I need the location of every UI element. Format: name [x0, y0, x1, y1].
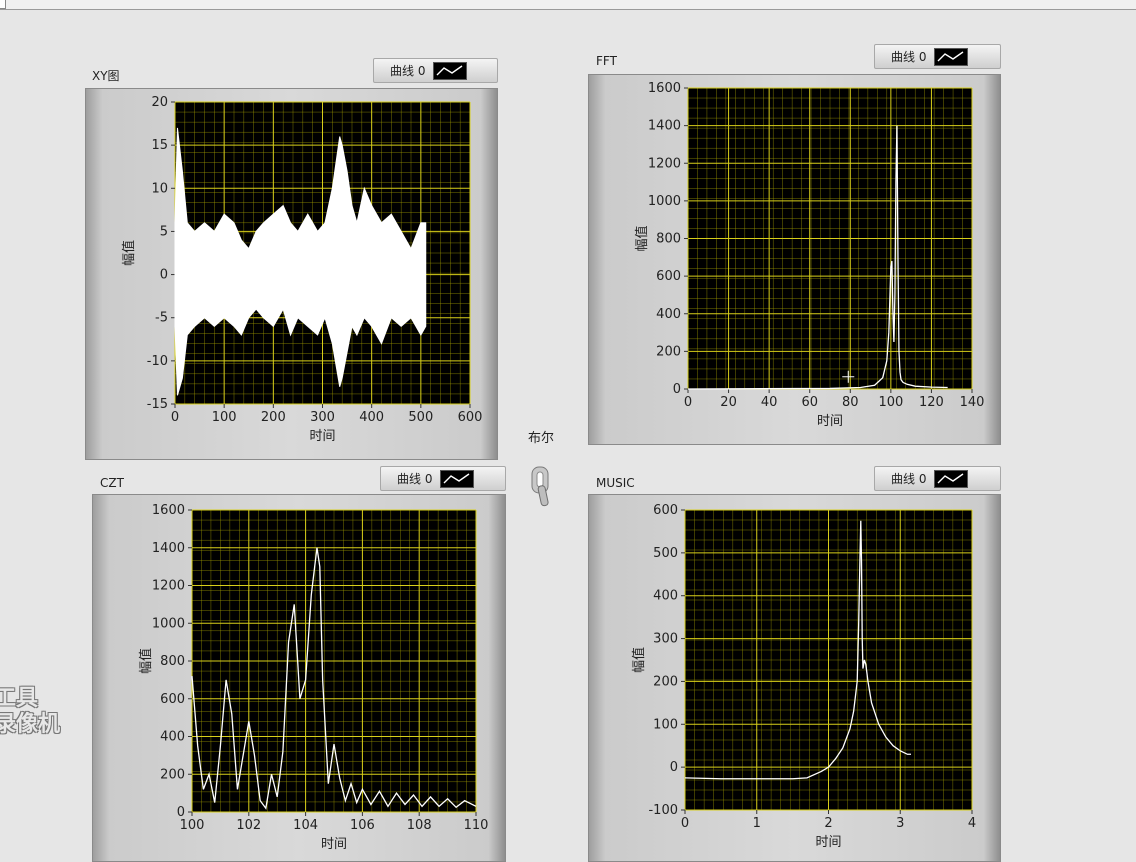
y-tick-label: 600 [653, 503, 678, 518]
boolean-switch-label: 布尔 [528, 431, 555, 446]
x-tick-label: 100 [180, 818, 205, 833]
x-tick-label: 106 [350, 818, 375, 833]
czt-plot-legend[interactable]: 曲线 0 [380, 466, 506, 491]
y-tick-label: 15 [151, 138, 168, 153]
y-tick-label: -15 [147, 397, 168, 412]
x-axis-label: 时间 [309, 429, 335, 444]
y-tick-label: 400 [160, 730, 185, 745]
x-axis-label: 时间 [815, 835, 841, 850]
y-tick-label: 100 [653, 717, 678, 732]
y-tick-label: -10 [147, 354, 168, 369]
x-tick-label: 2 [824, 816, 832, 831]
y-tick-label: 5 [160, 224, 168, 239]
fft-graph-title: FFT [596, 54, 617, 68]
x-axis-label: 时间 [321, 837, 347, 852]
x-tick-label: 1 [753, 816, 761, 831]
y-tick-label: 200 [653, 674, 678, 689]
y-axis-label: 幅值 [631, 647, 647, 673]
x-tick-label: 108 [407, 818, 432, 833]
music-graph-title: MUSIC [596, 476, 635, 490]
x-tick-label: 600 [458, 410, 483, 425]
window-corner-marker [0, 0, 6, 9]
xy-legend-label: 曲线 0 [390, 64, 426, 78]
x-tick-label: 104 [293, 818, 318, 833]
x-tick-label: 300 [310, 410, 335, 425]
x-tick-label: 0 [171, 410, 179, 425]
x-tick-label: 20 [720, 395, 737, 410]
y-tick-label: 0 [160, 268, 168, 283]
y-tick-label: 0 [670, 760, 678, 775]
music-plot-legend[interactable]: 曲线 0 [874, 466, 1001, 491]
fft-graph-plot-area[interactable]: 0 20 40 60 80 100 120 1400200400600800100012001… [634, 81, 984, 429]
y-tick-label: 800 [656, 232, 681, 247]
y-tick-label: 0 [177, 805, 185, 820]
x-tick-label: 200 [261, 410, 286, 425]
x-tick-label: 140 [960, 395, 985, 410]
y-tick-label: 1400 [152, 541, 185, 556]
x-tick-label: 80 [842, 395, 859, 410]
y-tick-label: 1000 [152, 616, 185, 631]
y-tick-label: -100 [648, 803, 678, 818]
line-plot-icon[interactable] [934, 47, 969, 66]
y-axis-label: 幅值 [634, 225, 650, 251]
x-tick-label: 400 [359, 410, 384, 425]
y-tick-label: 1000 [648, 194, 681, 209]
y-tick-label: 1600 [152, 503, 185, 518]
y-tick-label: 300 [653, 632, 678, 647]
line-plot-icon[interactable] [934, 469, 969, 488]
x-tick-label: 110 [464, 818, 489, 833]
y-axis-label: 幅值 [121, 240, 137, 266]
watermark-line-2: 录像机 [0, 712, 61, 737]
x-tick-label: 102 [236, 818, 261, 833]
xy-graph-plot-area[interactable]: 0 100 200 300 400 500 600 -15 -10 -5 0 5 10 15 20 时间 幅值 [121, 95, 482, 444]
x-tick-label: 120 [919, 395, 944, 410]
xy-graph-title: XY图 [92, 69, 120, 83]
xy-plot-legend[interactable]: 曲线 0 [373, 58, 498, 83]
y-tick-label: 20 [151, 95, 168, 110]
x-tick-label: 3 [896, 816, 904, 831]
y-tick-label: 200 [656, 344, 681, 359]
window-top-bar [0, 0, 1136, 10]
music-graph-plot-area[interactable]: 0 1 2 3 4-1000100200300400500600时间幅值 [631, 503, 976, 850]
y-tick-label: 0 [673, 382, 681, 397]
x-tick-label: 100 [878, 395, 903, 410]
line-plot-icon[interactable] [440, 469, 475, 488]
y-tick-label: 200 [160, 767, 185, 782]
y-tick-label: 1600 [648, 81, 681, 96]
czt-legend-label: 曲线 0 [397, 472, 433, 486]
x-tick-label: 40 [761, 395, 778, 410]
y-tick-label: 400 [653, 589, 678, 604]
x-tick-label: 0 [681, 816, 689, 831]
x-tick-label: 500 [408, 410, 433, 425]
y-tick-label: -5 [155, 311, 168, 326]
czt-graph-plot-area[interactable]: 100 102 104 106 108 110 0 200 400 600 800 1000 1200 1… [138, 503, 488, 852]
y-axis-label: 幅值 [138, 648, 154, 674]
y-tick-label: 1200 [648, 156, 681, 171]
y-tick-label: 1400 [648, 119, 681, 134]
x-axis-label: 时间 [817, 414, 843, 429]
fft-legend-label: 曲线 0 [891, 50, 927, 64]
line-plot-icon[interactable] [433, 61, 468, 80]
y-tick-label: 800 [160, 654, 185, 669]
music-legend-label: 曲线 0 [891, 472, 927, 486]
recorder-watermark: 工具 录像机 [0, 686, 60, 738]
y-tick-label: 1200 [152, 579, 185, 594]
czt-graph-title: CZT [100, 476, 124, 490]
fft-plot-legend[interactable]: 曲线 0 [874, 44, 1001, 69]
x-tick-label: 4 [968, 816, 976, 831]
y-tick-label: 400 [656, 307, 681, 322]
y-tick-label: 10 [151, 181, 168, 196]
y-tick-label: 600 [160, 692, 185, 707]
y-tick-label: 600 [656, 269, 681, 284]
x-tick-label: 0 [684, 395, 692, 410]
y-tick-label: 500 [653, 546, 678, 561]
x-tick-label: 100 [212, 410, 237, 425]
toggle-switch-icon[interactable] [531, 466, 549, 508]
watermark-line-1: 工具 [0, 686, 39, 711]
x-tick-label: 60 [801, 395, 818, 410]
